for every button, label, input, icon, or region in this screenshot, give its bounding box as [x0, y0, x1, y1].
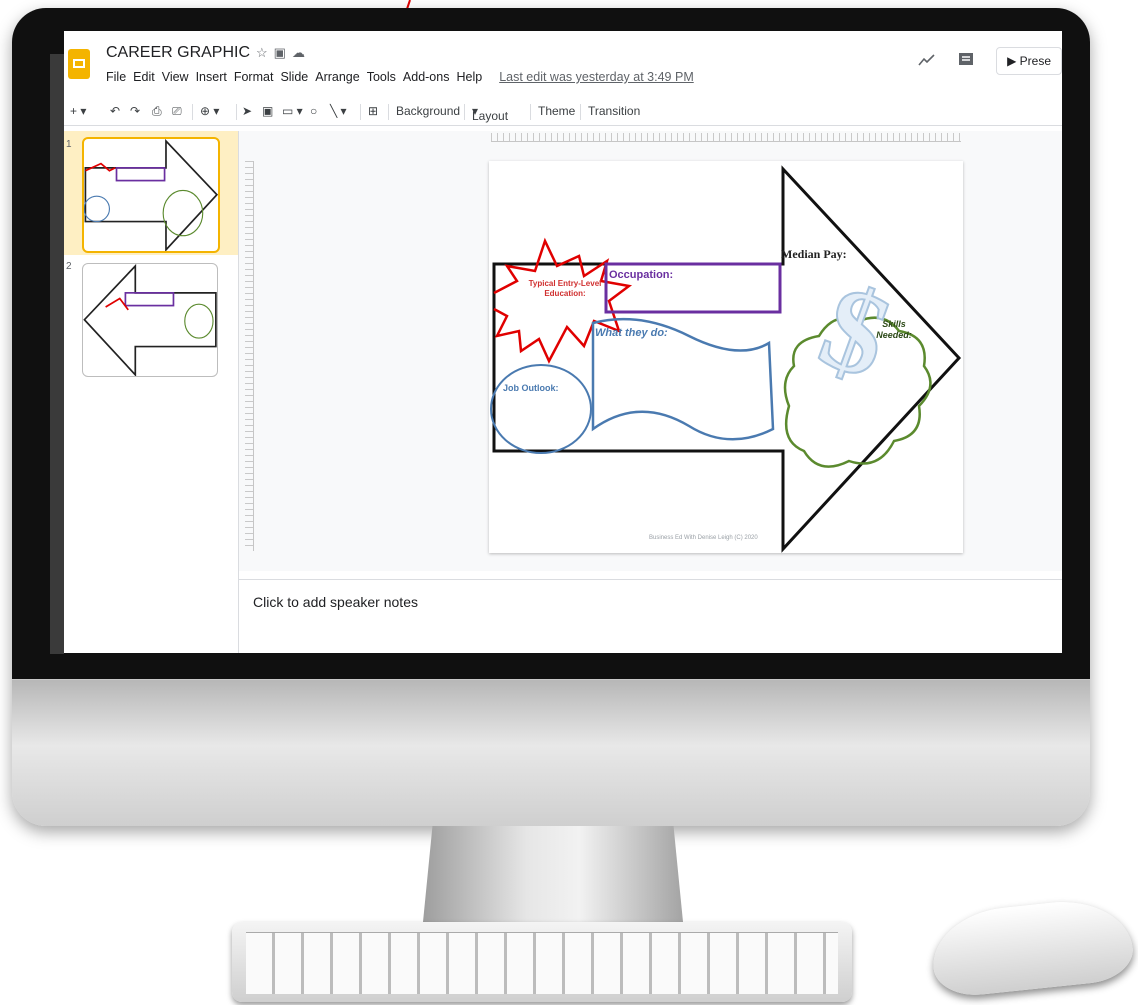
- layout-button[interactable]: Layout ▾: [472, 104, 508, 123]
- line-icon[interactable]: ╲ ▾: [330, 104, 347, 118]
- last-edit-link[interactable]: Last edit was yesterday at 3:49 PM: [499, 70, 694, 84]
- slide-thumbnail-1[interactable]: [82, 137, 220, 253]
- mouse: [928, 894, 1136, 1000]
- median-pay-label: Median Pay:: [781, 247, 847, 261]
- career-graphic: $: [490, 165, 962, 553]
- cloud-icon[interactable]: ☁: [292, 45, 311, 60]
- skills-needed-label: Skills Needed:: [876, 319, 912, 340]
- speaker-notes[interactable]: Click to add speaker notes: [239, 579, 1062, 653]
- speaker-notes-placeholder: Click to add speaker notes: [253, 594, 418, 610]
- comment-add-icon[interactable]: ⊞: [368, 104, 378, 118]
- slides-logo-icon[interactable]: [68, 49, 90, 79]
- undo-icon[interactable]: ↶: [110, 104, 120, 118]
- present-label: Prese: [1019, 54, 1051, 68]
- job-outlook-label: Job Outlook:: [503, 383, 559, 393]
- header-actions: ▶ Prese: [918, 47, 1062, 75]
- present-icon: ▶: [1007, 54, 1017, 68]
- vertical-ruler: [245, 161, 254, 551]
- occupation-label: Occupation:: [609, 269, 674, 281]
- menu-arrange[interactable]: Arrange: [315, 70, 359, 84]
- slide-number: 1: [66, 139, 72, 150]
- screen-edge: [50, 54, 64, 654]
- layout-label: Layout: [472, 109, 509, 123]
- monitor-stand: [422, 826, 684, 932]
- horizontal-ruler: [491, 133, 961, 142]
- document-title[interactable]: CAREER GRAPHIC: [106, 44, 250, 62]
- image-icon[interactable]: ▭ ▾: [282, 104, 303, 118]
- activity-icon[interactable]: [918, 53, 936, 69]
- slide-footer: Business Ed With Denise Leigh (C) 2020: [649, 535, 758, 541]
- shape-icon[interactable]: ○: [310, 104, 317, 118]
- title-icons: ☆▣☁: [256, 45, 311, 61]
- menu-bar: File Edit View Insert Format Slide Arran…: [106, 70, 694, 84]
- select-icon[interactable]: ➤: [242, 104, 252, 118]
- menu-format[interactable]: Format: [234, 70, 274, 84]
- keyboard: [232, 922, 852, 1002]
- app-screen: CAREER GRAPHIC ☆▣☁ File Edit View Insert…: [64, 31, 1062, 653]
- menu-file[interactable]: File: [106, 70, 126, 84]
- present-button[interactable]: ▶ Prese: [996, 47, 1062, 75]
- text-box-icon[interactable]: ▣: [262, 104, 273, 118]
- menu-view[interactable]: View: [162, 70, 189, 84]
- menu-insert[interactable]: Insert: [196, 70, 227, 84]
- background-button[interactable]: Background: [396, 104, 460, 118]
- filmstrip: 1 2 ☰ ▦: [64, 131, 239, 653]
- menu-tools[interactable]: Tools: [367, 70, 396, 84]
- slide-canvas[interactable]: $ Occupation: Typical Entry-Level Educat…: [489, 161, 963, 553]
- slide-thumbnail-2[interactable]: [82, 263, 218, 377]
- menu-edit[interactable]: Edit: [133, 70, 155, 84]
- menu-slide[interactable]: Slide: [280, 70, 308, 84]
- slide-editor: $ Occupation: Typical Entry-Level Educat…: [239, 131, 1062, 571]
- transition-button[interactable]: Transition: [588, 104, 640, 118]
- star-icon[interactable]: ☆: [256, 45, 274, 60]
- print-icon[interactable]: ⎙: [152, 104, 162, 119]
- redo-icon[interactable]: ↷: [130, 104, 140, 118]
- theme-button[interactable]: Theme: [538, 104, 575, 118]
- entry-level-label: Typical Entry-Level Education:: [528, 279, 602, 298]
- menu-addons[interactable]: Add-ons: [403, 70, 450, 84]
- move-icon[interactable]: ▣: [274, 45, 292, 60]
- what-they-do-label: What they do:: [595, 327, 668, 339]
- slide-number: 2: [66, 261, 72, 272]
- menu-help[interactable]: Help: [456, 70, 482, 84]
- comments-icon[interactable]: [958, 52, 974, 71]
- new-slide-icon[interactable]: + ▾: [70, 104, 86, 118]
- toolbar: + ▾ ↶ ↷ ⎙ ⎚ ⊕ ▾ ➤ ▣ ▭ ▾ ○ ╲ ▾ ⊞ Backgrou…: [64, 99, 1062, 126]
- paint-format-icon[interactable]: ⎚: [172, 104, 182, 119]
- zoom-icon[interactable]: ⊕ ▾: [200, 104, 219, 118]
- monitor-chin: [12, 680, 1090, 826]
